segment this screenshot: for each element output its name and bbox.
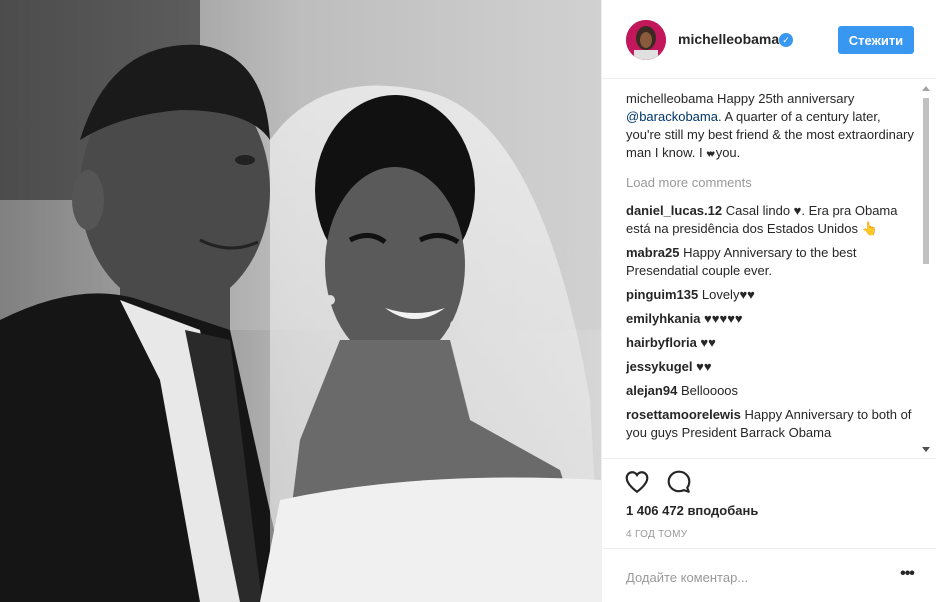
comment-bubble-icon[interactable] [666,469,692,495]
scroll-up-arrow-icon[interactable] [922,86,930,91]
comment-username[interactable]: mabra25 [626,245,679,260]
comments-list: michelleobama Happy 25th anniversary @ba… [626,90,916,456]
likes-count[interactable]: 1 406 472 вподобань [626,503,758,518]
avatar[interactable] [626,20,666,60]
add-comment-section: ••• [602,548,936,602]
post-header: michelleobama ✓ Стежити [602,0,936,79]
comment-text: ♥♥♥♥♥ [700,311,743,326]
comment-text: Belloooos [677,383,739,398]
comment-username[interactable]: pinguim135 [626,287,698,302]
comment-item: mabra25 Happy Anniversary to the best Pr… [626,244,916,280]
load-more-comments-link[interactable]: Load more comments [626,174,916,192]
verified-check-icon: ✓ [779,33,793,47]
scroll-down-arrow-icon[interactable] [922,447,930,452]
comment-username[interactable]: jessykugel [626,359,693,374]
post-side-panel: michelleobama ✓ Стежити michelleobama Ha… [601,0,936,602]
comment-item: hairbyfloria ♥♥ [626,334,916,352]
comments-scrollbar[interactable] [920,80,933,458]
add-comment-input[interactable] [626,567,876,587]
comment-item: pinguim135 Lovely♥♥ [626,286,916,304]
caption-username[interactable]: michelleobama [626,91,713,106]
caption-mention-link[interactable]: @barackobama [626,109,718,124]
scroll-thumb[interactable] [923,98,929,264]
comment-username[interactable]: rosettamoorelewis [626,407,741,422]
comment-item: daniel_lucas.12 Casal lindo ♥. Era pra O… [626,202,916,238]
comment-item: rosettamoorelewis Happy Anniversary to b… [626,406,916,442]
heart-icon[interactable] [624,469,650,495]
comment-username[interactable]: daniel_lucas.12 [626,203,722,218]
follow-button[interactable]: Стежити [838,26,914,54]
post-actions: 1 406 472 вподобань 4 ГОД ТОМУ [602,458,936,548]
comment-username[interactable]: alejan94 [626,383,677,398]
comment-item: jessykugel ♥♥ [626,358,916,376]
comment-text: Lovely♥♥ [698,287,755,302]
comment-username[interactable]: emilyhkania [626,311,700,326]
comment-text: ♥♥ [692,359,712,374]
comment-item: emilyhkania ♥♥♥♥♥ [626,310,916,328]
header-username[interactable]: michelleobama [678,31,779,47]
ellipsis-icon[interactable]: ••• [896,566,918,587]
post-caption: michelleobama Happy 25th anniversary @ba… [626,90,916,164]
post-photo [0,0,601,602]
comment-username[interactable]: hairbyfloria [626,335,697,350]
comment-text: ♥♥ [696,335,716,350]
caption-text-3: you. [712,145,741,160]
caption-text-1: Happy 25th anniversary [713,91,855,106]
post-timestamp[interactable]: 4 ГОД ТОМУ [626,529,687,540]
comment-item: alejan94 Belloooos [626,382,916,400]
